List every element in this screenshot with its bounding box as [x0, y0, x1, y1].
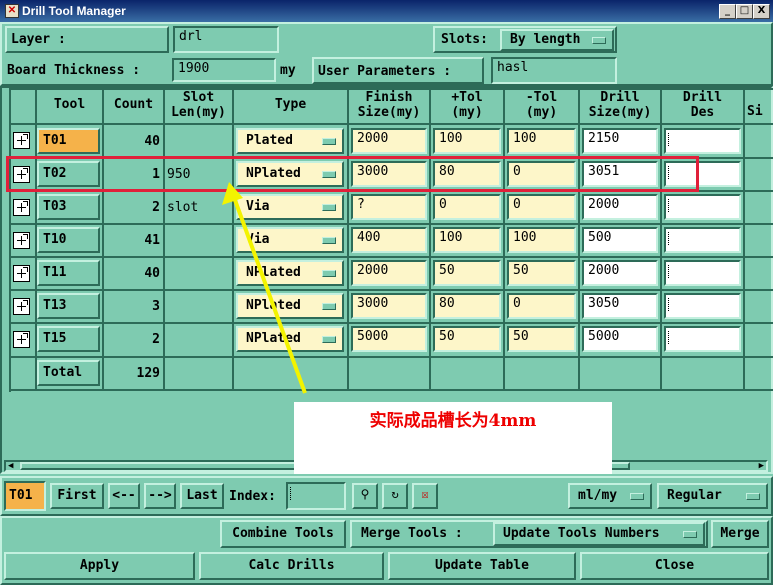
current-tool-indicator: T01 [4, 481, 46, 511]
dropdown-icon [746, 493, 760, 500]
merge-tools-label: Merge Tools : [361, 526, 463, 541]
search-icon[interactable]: ⚲ [352, 483, 378, 509]
calc-drills-button[interactable]: Calc Drills [199, 552, 384, 580]
delete-icon[interactable]: ☒ [412, 483, 438, 509]
mode-select[interactable]: Regular [657, 483, 768, 509]
annotation-note: 实际成品槽长为4mm [294, 402, 612, 474]
last-button[interactable]: Last [180, 483, 224, 509]
index-label: Index: [229, 489, 276, 504]
apply-button[interactable]: Apply [4, 552, 195, 580]
units-select[interactable]: ml/my [568, 483, 652, 509]
refresh-icon[interactable]: ↻ [382, 483, 408, 509]
first-button[interactable]: First [50, 483, 104, 509]
update-table-button[interactable]: Update Table [388, 552, 576, 580]
merge-tools-select[interactable]: Update Tools Numbers [493, 522, 705, 546]
index-field[interactable] [286, 482, 346, 510]
next-button[interactable]: --> [144, 483, 176, 509]
merge-button[interactable]: Merge [711, 520, 769, 548]
combine-tools-button[interactable]: Combine Tools [220, 520, 346, 548]
dropdown-icon [683, 531, 697, 538]
dropdown-icon [630, 493, 644, 500]
close-button[interactable]: Close [580, 552, 769, 580]
prev-button[interactable]: <-- [108, 483, 140, 509]
